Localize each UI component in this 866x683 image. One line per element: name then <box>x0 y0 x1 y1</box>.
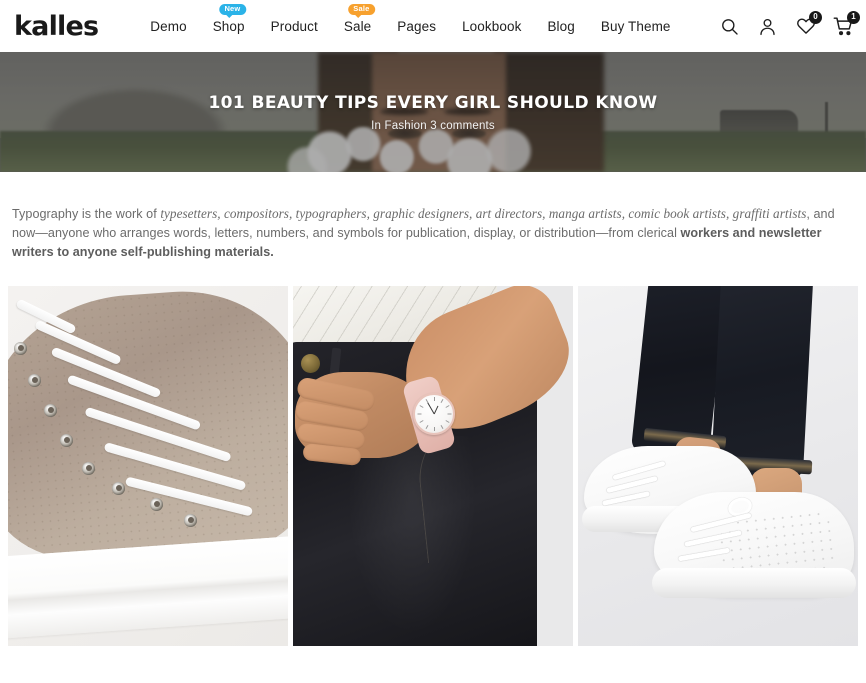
article-paragraph: Typography is the work of typesetters, c… <box>12 204 854 262</box>
site-logo[interactable]: kalles <box>14 13 99 40</box>
nav-item-blog[interactable]: Blog <box>547 15 574 38</box>
post-meta: In Fashion 3 comments <box>371 120 495 132</box>
nav-label: Buy Theme <box>600 18 671 34</box>
site-header: kalles Demo New Shop Product Sale Sale P… <box>0 0 866 52</box>
nav-badge-new: New <box>218 3 246 18</box>
shoe-eyelet <box>150 497 163 511</box>
post-title: 101 BEAUTY TIPS EVERY GIRL SHOULD KNOW <box>208 92 658 113</box>
wishlist-count-badge: 0 <box>809 10 822 24</box>
nav-label: Shop <box>212 18 245 34</box>
shoe-eyelet <box>44 403 57 417</box>
cart-count-badge: 1 <box>847 10 860 24</box>
gallery-image-white-sneakers-dark-jeans[interactable] <box>578 285 858 646</box>
nav-label: Sale <box>343 18 372 34</box>
main-navigation: Demo New Shop Product Sale Sale Pages Lo… <box>150 3 671 38</box>
nav-badge-sale: Sale <box>347 3 376 18</box>
nav-item-pages[interactable]: Pages <box>397 15 436 38</box>
header-icon-group: 0 1 <box>719 0 860 52</box>
search-icon[interactable] <box>719 16 740 37</box>
shoe-eyelet <box>60 433 73 447</box>
hero-banner: 101 BEAUTY TIPS EVERY GIRL SHOULD KNOW I… <box>0 52 866 172</box>
paragraph-text-lead: Typography is the work of <box>12 207 161 221</box>
post-category-link[interactable]: Fashion <box>385 120 427 132</box>
gallery-image-pink-watch-black-jeans[interactable] <box>293 285 573 646</box>
nav-label: Lookbook <box>462 18 522 34</box>
shoe-eyelet <box>82 461 95 475</box>
nav-label: Demo <box>150 18 187 34</box>
shoe-eyelet <box>112 481 125 495</box>
paragraph-text-italic: typesetters, compositors, typographers, … <box>160 206 807 221</box>
image-gallery <box>0 285 866 646</box>
post-meta-prefix: In <box>371 119 382 132</box>
nav-item-lookbook[interactable]: Lookbook <box>462 15 521 38</box>
gallery-image-beige-hightop-sneaker[interactable] <box>8 285 288 646</box>
nav-label: Pages <box>397 18 437 34</box>
hero-content: 101 BEAUTY TIPS EVERY GIRL SHOULD KNOW I… <box>0 52 866 172</box>
shoe-eyelet <box>184 513 197 527</box>
shoe-eyelet <box>14 341 27 355</box>
cart-icon[interactable]: 1 <box>833 10 860 37</box>
user-icon[interactable] <box>757 16 778 37</box>
heart-icon[interactable]: 0 <box>795 10 822 37</box>
shoe-eyelet <box>28 373 41 387</box>
nav-item-demo[interactable]: Demo <box>150 15 186 38</box>
watch-dial <box>413 392 455 435</box>
post-comments-link[interactable]: 3 comments <box>430 120 495 132</box>
article-body: Typography is the work of typesetters, c… <box>0 172 866 262</box>
white-sneaker-front-sole <box>652 567 856 598</box>
watch-tick-marks <box>415 395 453 433</box>
nav-item-shop[interactable]: New Shop <box>212 3 246 38</box>
nav-item-buy-theme[interactable]: Buy Theme <box>601 15 671 38</box>
nav-item-sale[interactable]: Sale Sale <box>343 3 376 38</box>
nav-label: Product <box>270 18 318 34</box>
nav-label: Blog <box>547 18 575 34</box>
jeans-button <box>301 353 320 373</box>
nav-item-product[interactable]: Product <box>271 15 318 38</box>
